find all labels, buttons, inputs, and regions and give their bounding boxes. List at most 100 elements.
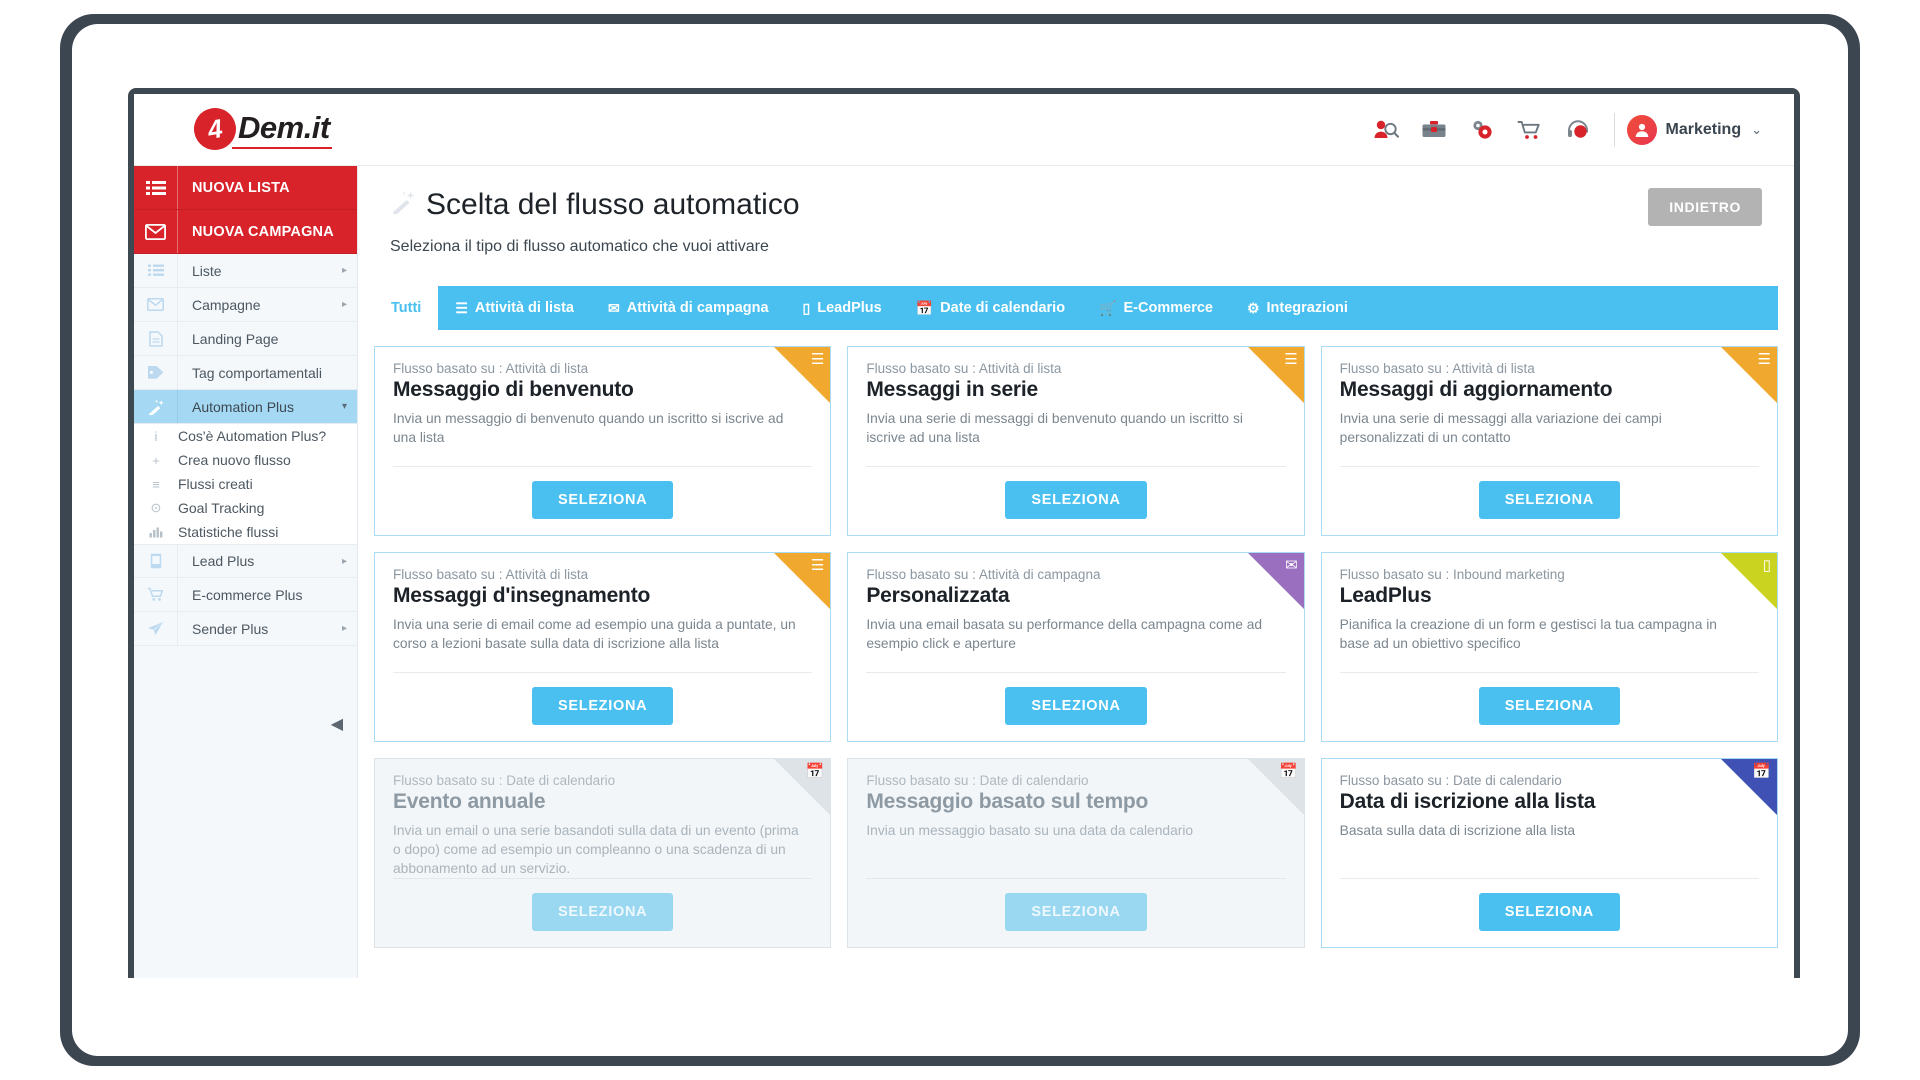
- logo-wordmark: Dem.it: [232, 110, 332, 149]
- card-corner-ribbon: ✉: [1247, 553, 1304, 609]
- main-content: Scelta del flusso automatico Seleziona i…: [358, 166, 1794, 978]
- card-footer: SELEZIONA: [866, 878, 1286, 947]
- gears-icon: ⚙: [1246, 299, 1260, 316]
- flow-card-grid: ☰ Flusso basato su : Attività di lista Mes…: [358, 330, 1794, 948]
- sidebar-item-ecommerce-plus[interactable]: E-commerce Plus: [134, 578, 357, 612]
- sidebar-subitem-goal-tracking[interactable]: ⊙ Goal Tracking: [134, 496, 357, 520]
- card-title: Personalizzata: [866, 584, 1010, 607]
- sidebar-item-automation-plus[interactable]: Automation Plus ▾: [134, 390, 357, 424]
- user-name-label: Marketing: [1665, 121, 1742, 138]
- sidebar-subitem-label: Goal Tracking: [178, 500, 265, 516]
- card-corner-ribbon: ▯: [1721, 553, 1777, 609]
- cart-icon[interactable]: [1506, 110, 1554, 150]
- tab-tutti[interactable]: Tutti: [374, 286, 439, 330]
- sidebar-item-liste[interactable]: Liste ▸: [134, 254, 357, 288]
- card-corner-ribbon: ☰: [1721, 347, 1777, 403]
- tab-integrazioni[interactable]: ⚙ Integrazioni: [1230, 286, 1365, 330]
- tag-icon-svg: [147, 366, 163, 379]
- tab-label: Attività di lista: [474, 300, 574, 316]
- sidebar-item-label: Landing Page: [192, 330, 279, 347]
- sidebar-item-label: Automation Plus: [192, 398, 294, 415]
- page-subtitle: Seleziona il tipo di flusso automatico c…: [390, 238, 769, 255]
- back-button[interactable]: INDIETRO: [1648, 188, 1762, 226]
- calendar-icon: 📅: [915, 299, 934, 316]
- select-button[interactable]: SELEZIONA: [1478, 481, 1620, 519]
- user-search-icon[interactable]: [1362, 110, 1410, 150]
- card-description: Invia un messaggio basato su una data da…: [866, 823, 1194, 838]
- card-corner-ribbon: 📅: [1721, 759, 1777, 815]
- gear-settings-icon[interactable]: [1458, 110, 1506, 150]
- sidebar-item-label: Liste: [192, 262, 222, 279]
- flow-card[interactable]: 📅 Flusso basato su : Date di calendario Me…: [847, 758, 1305, 948]
- flow-card[interactable]: ▯ Flusso basato su : Inbound marketing Lea…: [1320, 552, 1778, 742]
- sidebar-subitem-crea-nuovo-flusso[interactable]: + Crea nuovo flusso: [134, 448, 357, 472]
- flow-card[interactable]: ☰ Flusso basato su : Attività di lista Mes…: [1320, 346, 1778, 536]
- sidebar-subitem-flussi-creati[interactable]: ≡ Flussi creati: [134, 472, 357, 496]
- flow-card[interactable]: ✉ Flusso basato su : Attività di campagna…: [847, 552, 1305, 742]
- mobile-icon: ▯: [1762, 557, 1771, 574]
- flow-card[interactable]: ☰ Flusso basato su : Attività di lista Mes…: [847, 346, 1305, 536]
- flow-card[interactable]: ☰ Flusso basato su : Attività di lista Mes…: [374, 552, 832, 742]
- tab-attivit-di-campagna[interactable]: ✉ Attività di campagna: [591, 286, 786, 330]
- select-button[interactable]: SELEZIONA: [1478, 893, 1620, 931]
- envelope-icon: [134, 210, 178, 253]
- card-title: Evento annuale: [393, 790, 546, 813]
- select-button[interactable]: SELEZIONA: [1478, 687, 1620, 725]
- list-icon: ☰: [810, 351, 825, 368]
- sidebar-item-campagne[interactable]: Campagne ▸: [134, 288, 357, 322]
- plus-icon: +: [152, 452, 160, 468]
- page-header: Scelta del flusso automatico Seleziona i…: [358, 166, 1794, 256]
- sidebar-item-lead-plus[interactable]: Lead Plus ▸: [134, 544, 357, 578]
- tab-label: LeadPlus: [817, 300, 882, 316]
- sidebar-item-label: Tag comportamentali: [192, 364, 322, 381]
- select-button[interactable]: SELEZIONA: [532, 893, 674, 932]
- flow-card[interactable]: ☰ Flusso basato su : Attività di lista Mes…: [374, 346, 832, 536]
- select-button[interactable]: SELEZIONA: [532, 687, 674, 725]
- flow-card[interactable]: 📅 Flusso basato su : Date di calendario Ev…: [374, 758, 832, 948]
- card-footer: SELEZIONA: [1339, 878, 1759, 947]
- toolbox-icon[interactable]: [1410, 110, 1458, 150]
- card-description: Invia una email basata su performance de…: [866, 617, 1263, 652]
- tab-attivit-di-lista[interactable]: ☰ Attività di lista: [438, 286, 591, 330]
- sidebar-button-nuova-lista[interactable]: NUOVA LISTA: [134, 166, 357, 210]
- sidebar-item-sender-plus[interactable]: Sender Plus ▸: [134, 612, 357, 646]
- card-source-label: Flusso basato su : Date di calendario: [866, 773, 1089, 788]
- target-icon: ⊙: [150, 500, 162, 515]
- avatar-person-icon: [1635, 123, 1648, 137]
- list-icon: ☰: [1284, 351, 1298, 368]
- flow-card[interactable]: 📅 Flusso basato su : Date di calendario Da…: [1320, 758, 1778, 948]
- sidebar-subitem-statistiche-flussi[interactable]: Statistiche flussi: [134, 520, 357, 544]
- cart-icon-svg: [147, 587, 163, 601]
- topbar-divider: [1613, 113, 1615, 147]
- select-button[interactable]: SELEZIONA: [532, 481, 674, 519]
- tab-date-di-calendario[interactable]: 📅 Date di calendario: [899, 286, 1082, 330]
- brand-logo[interactable]: 4 Dem.it: [190, 104, 332, 154]
- page-icon-svg: [148, 330, 163, 347]
- select-button[interactable]: SELEZIONA: [1005, 893, 1147, 931]
- user-menu[interactable]: Marketing ⌄: [1626, 115, 1770, 145]
- collapse-sidebar-arrow[interactable]: ◀: [331, 714, 343, 734]
- envelope-icon: [134, 288, 178, 321]
- tab-label: Date di calendario: [940, 300, 1066, 316]
- select-button[interactable]: SELEZIONA: [1005, 481, 1147, 519]
- sidebar-item-label: Lead Plus: [192, 553, 255, 569]
- sidebar-subitem-cose-automation-plus[interactable]: i Cos'è Automation Plus?: [134, 424, 357, 448]
- card-footer: SELEZIONA: [866, 466, 1286, 535]
- cart-icon: [134, 578, 178, 611]
- card-title: Messaggio basato sul tempo: [866, 790, 1149, 813]
- paper-plane-icon: [134, 612, 178, 645]
- gear-settings-icon-svg: [1472, 120, 1492, 139]
- sidebar-item-landing-page[interactable]: Landing Page: [134, 322, 357, 356]
- card-description: Invia un email o una serie basandoti sul…: [393, 823, 799, 877]
- chevron-down-icon: ▾: [341, 401, 347, 412]
- sidebar-item-tag-comportamentali[interactable]: Tag comportamentali: [134, 356, 357, 390]
- card-description: Basata sulla data di iscrizione alla lis…: [1339, 823, 1576, 838]
- top-navigation-bar: 4 Dem.it Marketing ⌄: [134, 94, 1794, 166]
- card-title: Messaggi d'insegnamento: [393, 584, 651, 607]
- support-headset-icon[interactable]: [1554, 110, 1602, 150]
- sidebar-button-nuova-campagna[interactable]: NUOVA CAMPAGNA: [134, 210, 357, 254]
- sidebar-subitem-label: Statistiche flussi: [178, 524, 279, 540]
- tab-e-commerce[interactable]: 🛒 E-Commerce: [1082, 286, 1230, 330]
- tab-leadplus[interactable]: ▯ LeadPlus: [786, 286, 899, 330]
- select-button[interactable]: SELEZIONA: [1005, 687, 1147, 725]
